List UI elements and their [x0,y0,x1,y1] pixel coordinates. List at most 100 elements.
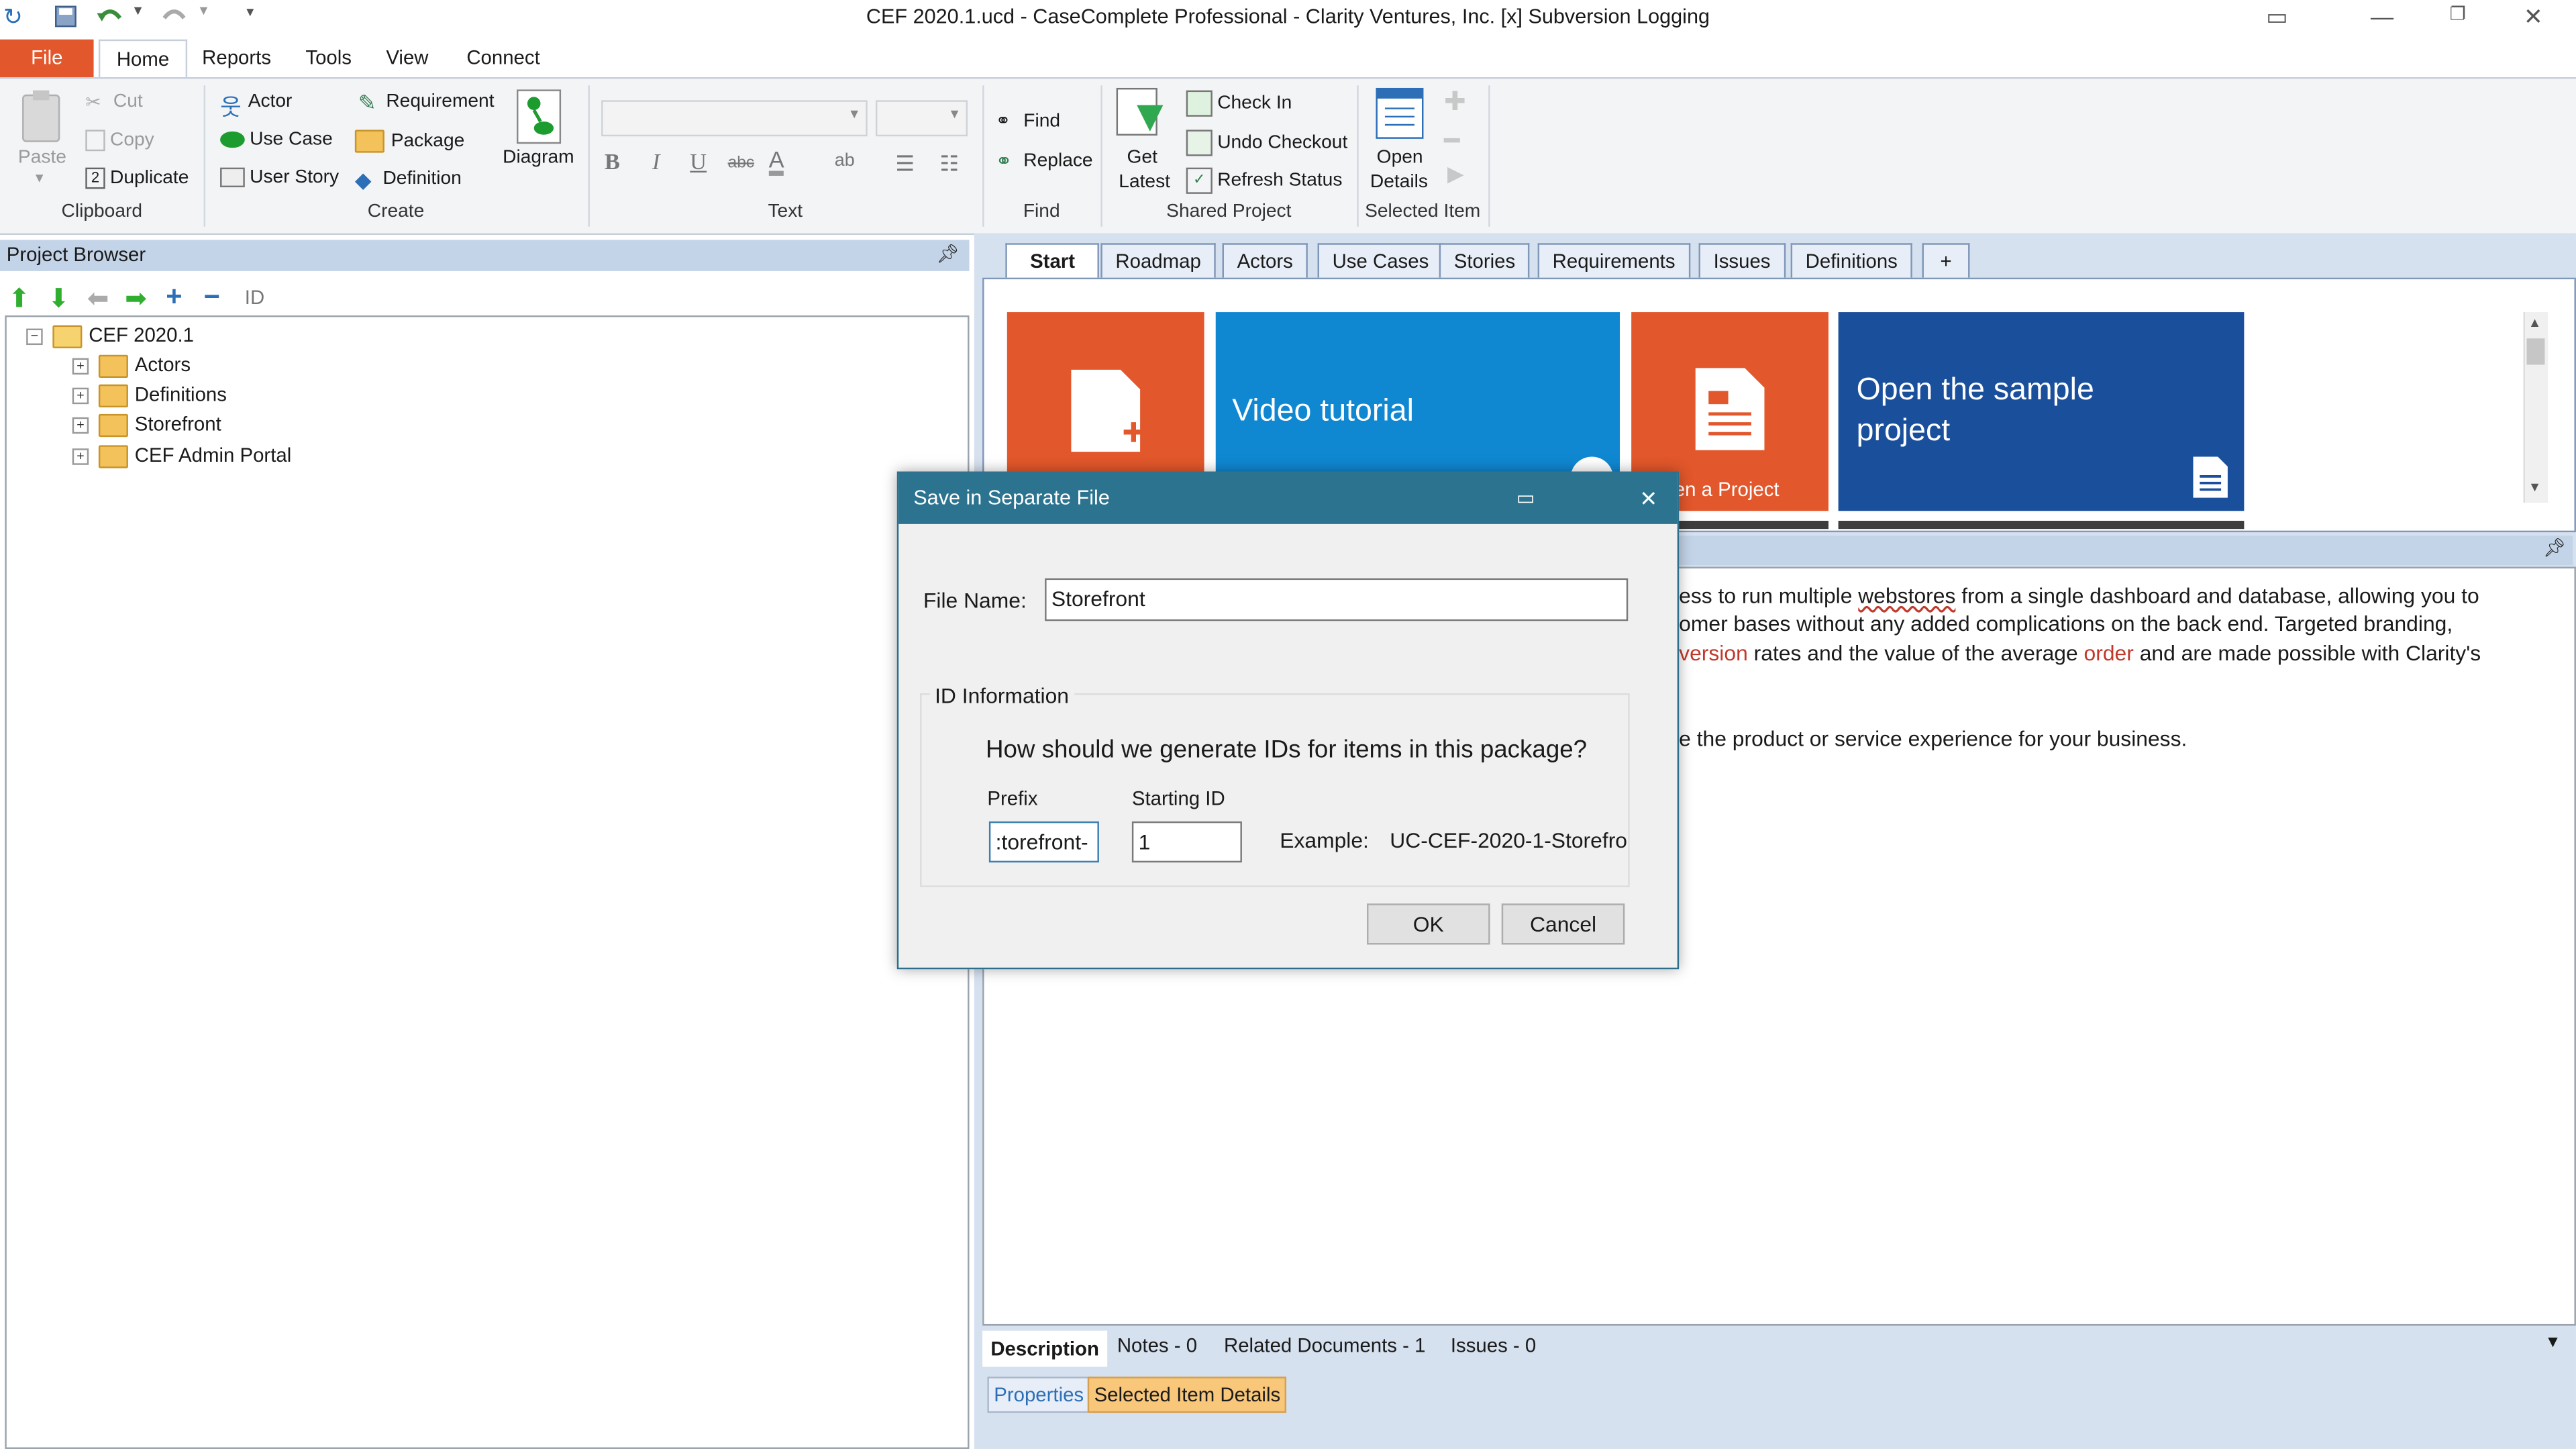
expand-icon[interactable]: + [72,358,89,374]
expand-icon[interactable]: + [72,448,89,465]
cancel-button[interactable]: Cancel [1501,903,1625,945]
pin-icon[interactable]: 📌︎ [937,240,960,271]
user-story-button[interactable]: User Story [220,167,339,187]
paste-button[interactable]: Paste [18,148,66,167]
display-options-icon[interactable]: ▭ [2254,3,2300,40]
dialog-display-icon[interactable]: ▭ [1516,473,1535,524]
tab-tools[interactable]: Tools [289,40,368,77]
tab-start[interactable]: Start [1005,243,1100,278]
undo-checkout-icon [1186,130,1213,156]
pin-icon[interactable]: 📌︎ [2543,537,2566,558]
diagram-button[interactable]: Diagram [503,148,574,167]
get-latest-icon[interactable] [1114,85,1170,144]
tab-roadmap[interactable]: Roadmap [1100,243,1216,278]
tab-related-documents[interactable]: Related Documents - 1 [1224,1334,1425,1357]
dialog-close-icon[interactable]: ✕ [1639,473,1657,524]
undo-checkout-button[interactable]: Undo Checkout [1186,130,1347,156]
check-in-button[interactable]: Check In [1186,90,1292,117]
sample-document-icon [2193,456,2228,498]
font-color-icon[interactable]: A [768,148,784,176]
paste-icon[interactable] [13,89,72,144]
add-icon[interactable]: ✚ [1444,85,1466,118]
tab-home[interactable]: Home [98,39,188,79]
definition-button[interactable]: ◆ Definition [355,168,462,193]
open-details-label-1[interactable]: Open [1377,148,1423,167]
open-sample-tile[interactable]: Open the sample project [1838,312,2245,511]
folder-icon [98,413,128,437]
expand-icon[interactable]: + [72,387,89,404]
open-details-label-2[interactable]: Details [1370,172,1428,192]
bullet-list-icon[interactable]: ☰ [895,151,915,177]
project-browser-title: Project Browser [6,243,146,266]
tree-item-storefront[interactable]: + Storefront [72,412,221,437]
highlight-icon[interactable]: ab [835,151,855,170]
scroll-down-icon[interactable]: ▼ [2528,480,2541,495]
package-button[interactable]: Package [354,130,464,153]
find-button[interactable]: ⚭ Find [996,110,1060,133]
tree-root[interactable]: − CEF 2020.1 [26,323,194,348]
package-folder-icon [354,130,384,153]
tab-connect[interactable]: Connect [450,40,556,77]
tab-stories[interactable]: Stories [1439,243,1531,278]
bold-button[interactable]: B [605,151,620,177]
strikethrough-button[interactable]: abc [728,154,754,172]
expand-icon[interactable]: + [72,417,89,434]
cut-button[interactable]: ✂ Cut [85,91,142,113]
paste-dropdown-icon[interactable]: ▼ [33,171,46,186]
file-tab[interactable]: File [0,39,94,78]
tab-use-cases[interactable]: Use Cases [1317,243,1444,278]
tree-item-cef-admin-portal[interactable]: + CEF Admin Portal [72,444,292,468]
copy-button[interactable]: Copy [85,130,154,152]
tab-actors[interactable]: Actors [1222,243,1308,278]
requirement-button[interactable]: ✎ Requirement [358,91,495,115]
navigate-icon[interactable]: ▶ [1447,161,1463,187]
tab-issues[interactable]: Issues [1698,243,1786,278]
expand-all-icon[interactable]: + [166,281,182,314]
tab-reports[interactable]: Reports [186,40,288,77]
numbered-list-icon[interactable]: ☷ [939,151,959,177]
tree-item-actors[interactable]: + Actors [72,353,191,378]
duplicate-button[interactable]: 2 Duplicate [85,167,189,189]
underline-button[interactable]: U [690,151,707,177]
tree-item-definitions[interactable]: + Definitions [72,383,227,407]
move-up-icon[interactable]: ⬆ [8,283,30,315]
get-latest-label-2[interactable]: Latest [1119,172,1170,192]
actor-button[interactable]: 웃 Actor [220,91,292,120]
tab-requirements[interactable]: Requirements [1537,243,1690,278]
collapse-icon[interactable]: − [26,328,43,345]
tab-add[interactable]: + [1922,243,1970,278]
font-family-select[interactable]: ▼ [601,100,868,137]
remove-icon[interactable]: ━ [1444,125,1460,158]
tab-definitions[interactable]: Definitions [1790,243,1912,278]
open-details-icon[interactable] [1374,85,1426,144]
move-down-icon[interactable]: ⬇ [48,283,70,315]
close-window-icon[interactable]: ✕ [2510,3,2557,40]
tab-view[interactable]: View [370,40,445,77]
file-name-input[interactable]: Storefront [1045,578,1629,621]
use-case-button[interactable]: Use Case [220,130,333,150]
ok-button[interactable]: OK [1366,903,1490,945]
tab-description[interactable]: Description [982,1330,1108,1367]
collapse-all-icon[interactable]: − [204,281,220,314]
starting-id-input[interactable]: 1 [1131,821,1242,863]
tab-properties[interactable]: Properties [987,1377,1090,1413]
detail-tabs-dropdown-icon[interactable]: ▼ [2544,1334,2561,1352]
restore-icon[interactable]: ❐ [2434,3,2481,40]
tab-selected-item-details[interactable]: Selected Item Details [1087,1377,1287,1413]
tab-notes[interactable]: Notes - 0 [1117,1334,1197,1357]
prefix-input[interactable]: :torefront- [988,821,1099,863]
minimize-icon[interactable]: — [2359,3,2406,40]
tab-issues-detail[interactable]: Issues - 0 [1451,1334,1536,1357]
italic-button[interactable]: I [652,151,660,177]
get-latest-label-1[interactable]: Get [1127,148,1157,167]
vertical-scrollbar[interactable]: ▲ ▼ [2523,312,2548,503]
scrollbar-thumb[interactable] [2526,338,2545,365]
show-id-toggle[interactable]: ID [245,286,264,309]
replace-button[interactable]: ⚭ Replace [996,150,1093,172]
move-left-icon[interactable]: ⬅ [87,283,109,315]
refresh-status-button[interactable]: ✓ Refresh Status [1186,167,1342,194]
scroll-up-icon[interactable]: ▲ [2528,315,2541,330]
move-right-icon[interactable]: ➡ [125,283,147,315]
diagram-icon[interactable] [516,89,562,144]
font-size-select[interactable]: ▼ [875,100,968,137]
